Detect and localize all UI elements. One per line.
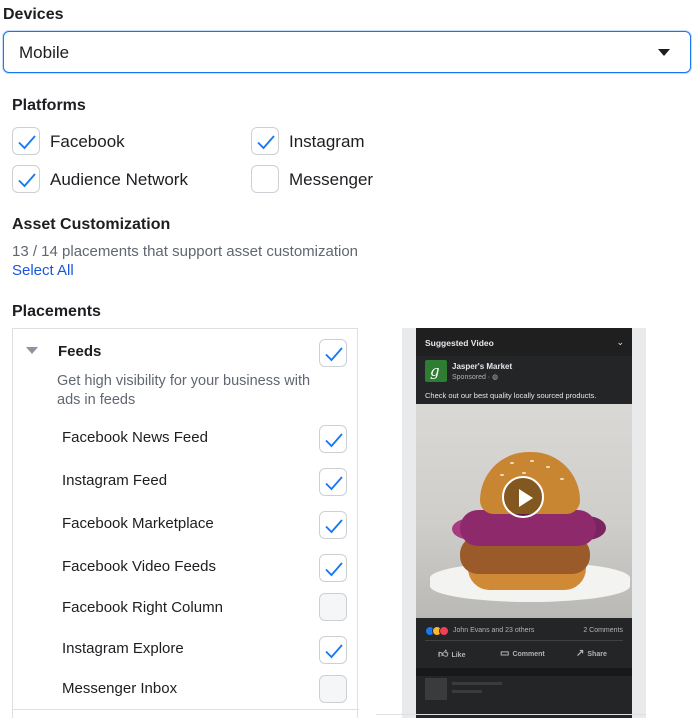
placement-facebook-right-column-checkbox[interactable] [319, 593, 347, 621]
placement-facebook-marketplace-label: Facebook Marketplace [62, 515, 214, 532]
play-icon[interactable] [502, 476, 544, 518]
check-icon [325, 476, 343, 491]
platform-messenger-label: Messenger [289, 170, 374, 189]
reaction-icons [425, 626, 455, 636]
preview-bottom-rule [376, 714, 646, 715]
devices-select-value: Mobile [19, 43, 70, 62]
love-reaction-icon [439, 626, 449, 636]
placement-facebook-news-feed-label: Facebook News Feed [62, 429, 208, 446]
collapse-caret-icon[interactable] [26, 347, 38, 354]
select-all-link[interactable]: Select All [12, 262, 74, 279]
preview-page-name: Jasper's Market [452, 362, 513, 371]
chevron-down-icon [658, 49, 670, 56]
preview-post-separator [416, 668, 632, 676]
ad-preview: Suggested Video ⌄ g Jasper's Market Spon… [416, 328, 632, 718]
check-icon [325, 347, 343, 362]
check-icon [18, 135, 36, 150]
platform-messenger-checkbox[interactable] [251, 165, 279, 193]
placeholder-avatar [425, 678, 447, 700]
preview-video-thumbnail [416, 404, 632, 618]
preview-sponsored: Sponsored · [452, 374, 493, 381]
placements-panel: Feeds Get high visibility for your busin… [12, 328, 359, 718]
preview-like-label: Like [451, 652, 466, 659]
preview-comments-count: 2 Comments [583, 627, 623, 634]
panel-divider [13, 709, 359, 710]
check-icon [325, 644, 343, 659]
placement-instagram-feed-label: Instagram Feed [62, 472, 168, 489]
placement-messenger-inbox-label: Messenger Inbox [62, 680, 178, 697]
placement-facebook-video-feeds-label: Facebook Video Feeds [62, 558, 216, 575]
preview-like-action[interactable]: 👍︎ Like [438, 648, 465, 660]
placement-instagram-explore-checkbox[interactable] [319, 636, 347, 664]
placement-facebook-marketplace-checkbox[interactable] [319, 511, 347, 539]
preview-reactions-text: John Evans and 23 others [453, 627, 535, 634]
preview-comment-label: Comment [512, 651, 545, 658]
placeholder-line [452, 682, 502, 685]
preview-header-title: Suggested Video [425, 338, 494, 348]
asset-customization-heading: Asset Customization [12, 216, 171, 233]
share-icon: ↗ [576, 648, 585, 659]
devices-select[interactable]: Mobile [3, 31, 691, 73]
placement-facebook-news-feed-checkbox[interactable] [319, 425, 347, 453]
platform-instagram-checkbox[interactable] [251, 127, 279, 155]
platform-instagram-label: Instagram [289, 132, 365, 151]
check-icon [325, 519, 343, 534]
feeds-group-checkbox[interactable] [319, 339, 347, 367]
placement-instagram-feed-checkbox[interactable] [319, 468, 347, 496]
comment-icon: ▭ [500, 648, 510, 659]
globe-icon: ◍ [492, 374, 499, 381]
placement-facebook-video-feeds-checkbox[interactable] [319, 554, 347, 582]
placements-heading: Placements [12, 303, 101, 320]
preview-sponsored-line: Sponsored · ◍ [452, 373, 498, 381]
preview-comment-action[interactable]: ▭ Comment [500, 648, 545, 659]
placeholder-line [452, 690, 482, 693]
thumbs-up-icon: 👍︎ [438, 649, 449, 660]
platform-audience-network-checkbox[interactable] [12, 165, 40, 193]
check-icon [257, 135, 275, 150]
check-icon [325, 433, 343, 448]
page-logo: g [425, 360, 447, 382]
platform-facebook-checkbox[interactable] [12, 127, 40, 155]
devices-heading: Devices [3, 6, 64, 23]
feeds-group-description: Get high visibility for your business wi… [57, 373, 311, 408]
asset-customization-summary: 13 / 14 placements that support asset cu… [12, 243, 359, 260]
placement-messenger-inbox-checkbox[interactable] [319, 675, 347, 703]
platforms-heading: Platforms [12, 97, 86, 114]
check-icon [18, 173, 36, 188]
feeds-group-title: Feeds [58, 343, 102, 360]
preview-share-label: Share [587, 651, 607, 658]
placement-facebook-right-column-label: Facebook Right Column [62, 599, 223, 616]
chevron-down-icon: ⌄ [616, 337, 624, 347]
platform-audience-network-label: Audience Network [50, 170, 188, 189]
preview-caption: Check out our best quality locally sourc… [425, 391, 597, 400]
platform-facebook-label: Facebook [50, 132, 125, 151]
placement-instagram-explore-label: Instagram Explore [62, 640, 184, 657]
preview-divider [425, 640, 623, 641]
check-icon [325, 562, 343, 577]
preview-share-action[interactable]: ↗ Share [576, 648, 607, 659]
